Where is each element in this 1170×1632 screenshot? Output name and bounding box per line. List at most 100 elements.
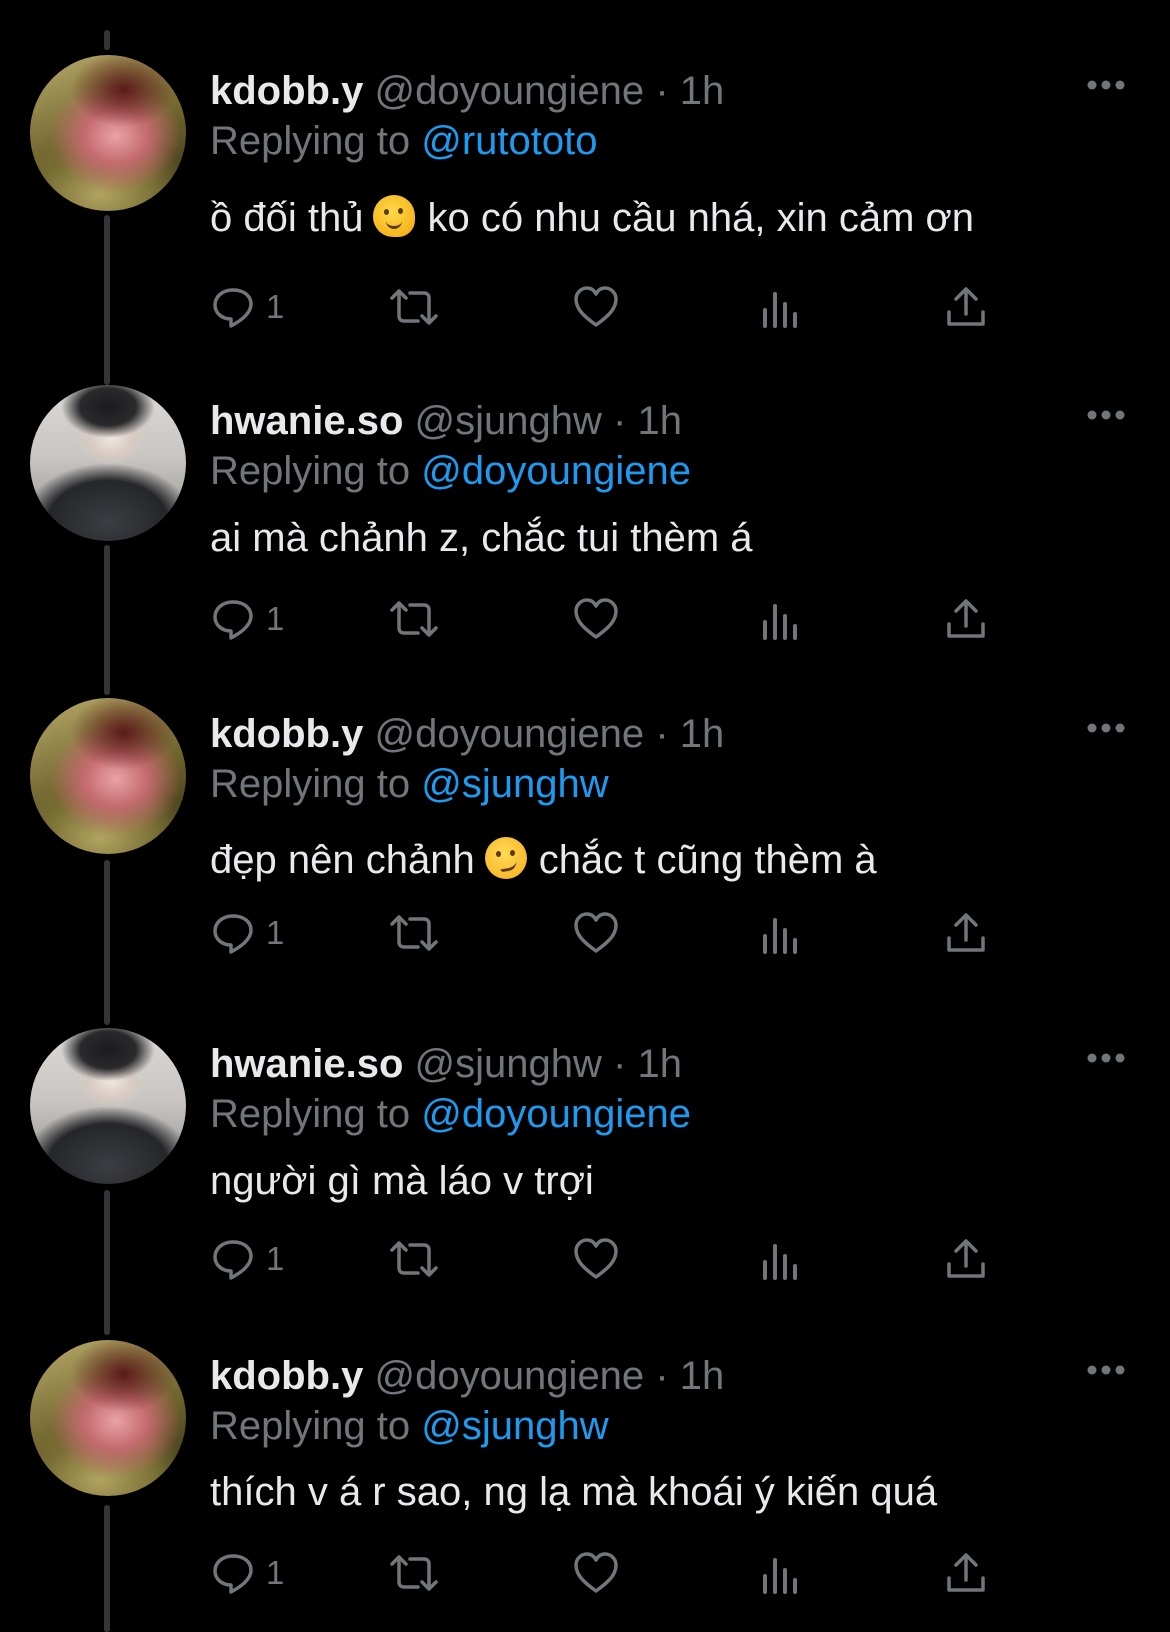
tweet-reply[interactable]: hwanie.so @sjunghw · 1h Replying to @doy… — [0, 385, 1170, 714]
reply-count: 1 — [266, 1240, 285, 1277]
timestamp[interactable]: 1h — [680, 1354, 725, 1398]
avatar[interactable] — [30, 1028, 186, 1184]
retweet-button[interactable] — [388, 907, 440, 959]
replying-to-label: Replying to — [210, 1092, 411, 1136]
replying-to-label: Replying to — [210, 1404, 411, 1448]
share-icon — [947, 1553, 985, 1592]
avatar[interactable] — [30, 55, 186, 211]
reply-count: 1 — [266, 914, 285, 951]
share-button[interactable] — [944, 1547, 988, 1599]
reply-icon — [213, 914, 253, 954]
views-button[interactable] — [760, 1233, 800, 1285]
tweet-header: hwanie.so @sjunghw · 1h — [210, 397, 682, 445]
avatar[interactable] — [30, 698, 186, 854]
tweet-text-part: đẹp nên chảnh — [210, 838, 475, 882]
like-button[interactable] — [572, 281, 620, 333]
reply-button[interactable]: 1 — [210, 1233, 284, 1285]
views-bar-chart-icon — [763, 604, 797, 640]
tweet-header: hwanie.so @sjunghw · 1h — [210, 1040, 682, 1088]
share-button[interactable] — [944, 1233, 988, 1285]
retweet-button[interactable] — [388, 1547, 440, 1599]
user-handle[interactable]: @doyoungiene — [374, 69, 644, 113]
reply-button[interactable]: 1 — [210, 1547, 284, 1599]
share-button[interactable] — [944, 281, 988, 333]
separator-dot: · — [613, 399, 627, 443]
reply-count: 1 — [266, 1554, 285, 1591]
views-bar-chart-icon — [763, 918, 797, 954]
retweet-icon — [390, 1241, 438, 1277]
tweet-actions: 1 — [210, 907, 1110, 959]
user-handle[interactable]: @doyoungiene — [374, 712, 644, 756]
share-icon — [947, 1239, 985, 1278]
display-name[interactable]: kdobb.y — [210, 1354, 363, 1398]
share-button[interactable] — [944, 907, 988, 959]
display-name[interactable]: hwanie.so — [210, 1042, 403, 1086]
reply-icon — [213, 600, 253, 640]
more-options-icon[interactable] — [1086, 1363, 1126, 1377]
replying-to-label: Replying to — [210, 762, 411, 806]
tweet-reply[interactable]: kdobb.y @doyoungiene · 1h Replying to @r… — [0, 55, 1170, 384]
tweet-header: kdobb.y @doyoungiene · 1h — [210, 67, 724, 115]
reply-to-handle-link[interactable]: @doyoungiene — [421, 1092, 691, 1136]
timestamp[interactable]: 1h — [637, 399, 682, 443]
tweet-text: thích v á r sao, ng lạ mà khoái ý kiến q… — [210, 1468, 937, 1516]
display-name[interactable]: kdobb.y — [210, 712, 363, 756]
views-bar-chart-icon — [763, 1244, 797, 1280]
reply-button[interactable]: 1 — [210, 593, 284, 645]
user-handle[interactable]: @sjunghw — [415, 399, 602, 443]
reply-icon — [213, 288, 253, 328]
tweet-reply[interactable]: kdobb.y @doyoungiene · 1h Replying to @s… — [0, 698, 1170, 1027]
retweet-button[interactable] — [388, 593, 440, 645]
tweet-text: người gì mà láo v trợi — [210, 1157, 594, 1205]
heart-icon — [574, 1238, 618, 1279]
retweet-icon — [390, 289, 438, 325]
retweet-button[interactable] — [388, 1233, 440, 1285]
display-name[interactable]: hwanie.so — [210, 399, 403, 443]
reply-to-handle-link[interactable]: @doyoungiene — [421, 449, 691, 493]
separator-dot: · — [655, 69, 669, 113]
user-handle[interactable]: @sjunghw — [415, 1042, 602, 1086]
tweet-reply[interactable]: kdobb.y @doyoungiene · 1h Replying to @s… — [0, 1340, 1170, 1632]
avatar[interactable] — [30, 385, 186, 541]
views-button[interactable] — [760, 1547, 800, 1599]
reply-to-handle-link[interactable]: @sjunghw — [421, 762, 608, 806]
separator-dot: · — [613, 1042, 627, 1086]
replying-to-line: Replying to @sjunghw — [210, 1402, 609, 1450]
replying-to-line: Replying to @doyoungiene — [210, 447, 691, 495]
avatar[interactable] — [30, 1340, 186, 1496]
reply-button[interactable]: 1 — [210, 281, 284, 333]
more-options-icon[interactable] — [1086, 408, 1126, 422]
smirking-face-emoji-icon — [484, 837, 527, 879]
more-options-icon[interactable] — [1086, 78, 1126, 92]
like-button[interactable] — [572, 907, 620, 959]
views-button[interactable] — [760, 907, 800, 959]
replying-to-line: Replying to @doyoungiene — [210, 1090, 691, 1138]
separator-dot: · — [655, 1354, 669, 1398]
more-options-icon[interactable] — [1086, 1051, 1126, 1065]
timestamp[interactable]: 1h — [637, 1042, 682, 1086]
display-name[interactable]: kdobb.y — [210, 69, 363, 113]
thread-line — [104, 30, 110, 50]
reply-count: 1 — [266, 288, 285, 325]
user-handle[interactable]: @doyoungiene — [374, 1354, 644, 1398]
views-button[interactable] — [760, 593, 800, 645]
reply-button[interactable]: 1 — [210, 907, 284, 959]
like-button[interactable] — [572, 1547, 620, 1599]
like-button[interactable] — [572, 593, 620, 645]
views-button[interactable] — [760, 281, 800, 333]
tweet-text-part: người gì mà láo v trợi — [210, 1159, 594, 1203]
reply-to-handle-link[interactable]: @rutototo — [421, 119, 597, 163]
reply-thread: kdobb.y @doyoungiene · 1h Replying to @r… — [0, 0, 1170, 1632]
retweet-button[interactable] — [388, 281, 440, 333]
reply-to-handle-link[interactable]: @sjunghw — [421, 1404, 608, 1448]
tweet-text-part: chắc t cũng thèm à — [538, 838, 877, 882]
tweet-reply[interactable]: hwanie.so @sjunghw · 1h Replying to @doy… — [0, 1028, 1170, 1357]
share-button[interactable] — [944, 593, 988, 645]
more-options-icon[interactable] — [1086, 721, 1126, 735]
replying-to-line: Replying to @sjunghw — [210, 760, 609, 808]
like-button[interactable] — [572, 1233, 620, 1285]
heart-icon — [574, 286, 618, 327]
heart-icon — [574, 1552, 618, 1593]
timestamp[interactable]: 1h — [680, 712, 725, 756]
timestamp[interactable]: 1h — [680, 69, 725, 113]
